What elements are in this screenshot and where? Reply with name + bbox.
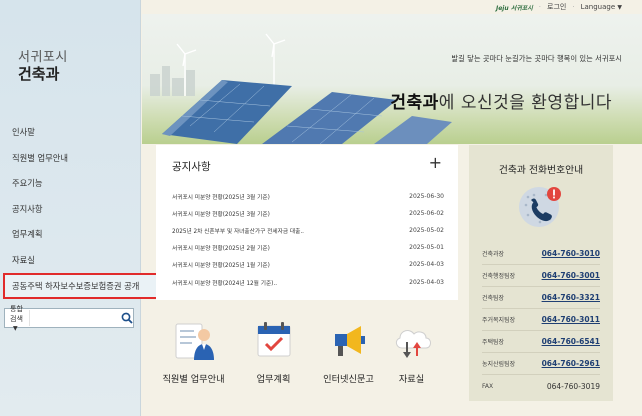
top-utility-bar: Jeju 서귀포시 · 로그인 · Language ▼ <box>496 0 622 14</box>
notice-list: 서귀포시 미분양 현황(2025년 3월 기준) 2025-06-30 서귀포시 … <box>172 188 444 291</box>
phone-number-link[interactable]: 064-760-3001 <box>542 271 600 280</box>
phone-number-link[interactable]: 064-760-6541 <box>542 337 600 346</box>
notice-item-title: 서귀포시 미분양 현황(2025년 2월 기준) <box>172 246 270 253</box>
department-title[interactable]: 건축과 <box>18 63 59 84</box>
notice-item-title: 2025년 2차 신혼부부 및 자녀출산가구 전세자금 대출.. <box>172 229 304 236</box>
notice-item-date: 2025-06-30 <box>409 193 444 201</box>
phone-directory-title: 건축과 전화번호안내 <box>498 165 584 176</box>
welcome-text: 에 오신것을 환영합니다 <box>438 93 612 113</box>
notice-title: 공지사항 <box>172 161 211 173</box>
notice-item-title: 서귀포시 미분양 현황(2025년 3월 기준) <box>172 212 270 219</box>
hero-banner: 발길 닿는 곳마다 눈길가는 곳마다 행복이 있는 서귀포시 건축과에 오신것을… <box>142 14 642 144</box>
sidebar-item-functions[interactable]: 주요기능 <box>0 171 141 197</box>
sidebar-item-warranty-bond[interactable]: 공동주택 하자보수보증보험증권 공개 <box>3 273 159 299</box>
phone-entry: 농지산림팀장 064-760-2961 <box>482 353 600 375</box>
search-box: 통합검색 ▼ <box>4 305 134 332</box>
fax-label: FAX <box>482 382 494 390</box>
language-select[interactable]: Language ▼ <box>581 3 622 11</box>
notice-item-title: 서귀포시 미분양 현황(2024년 12월 기준).. <box>172 280 278 287</box>
quick-link-archive[interactable]: 자료실 <box>374 318 449 385</box>
language-label: Language <box>580 3 616 11</box>
phone-entry: 건축행정팀장 064-760-3001 <box>482 265 600 287</box>
notice-panel: 공지사항 + 서귀포시 미분양 현황(2025년 3월 기준) 2025-06-3… <box>156 145 458 300</box>
quick-link-staff-duties[interactable]: 직원별 업무안내 <box>156 318 231 385</box>
quick-link-work-plan[interactable]: 업무계획 <box>236 318 311 385</box>
login-link[interactable]: 로그인 <box>547 2 566 12</box>
notice-item-title: 서귀포시 미분양 현황(2025년 1월 기준) <box>172 263 270 270</box>
phone-entry-label: 농지산림팀장 <box>482 361 516 368</box>
phone-number-link[interactable]: 064-760-3010 <box>542 249 600 258</box>
divider: · <box>572 3 575 11</box>
search-icon <box>121 312 133 324</box>
search-button[interactable] <box>121 309 133 327</box>
phone-entry: 건축과장 064-760-3010 <box>482 243 600 265</box>
phone-entry: 주택팀장 064-760-6541 <box>482 331 600 353</box>
phone-icon <box>516 183 566 229</box>
chevron-down-icon: ▼ <box>13 325 18 332</box>
phone-entry-label: 건축과장 <box>482 251 505 258</box>
notice-more-button[interactable]: + <box>429 155 442 171</box>
phone-list: 건축과장 064-760-3010 건축행정팀장 064-760-3001 건축팀장… <box>482 243 600 397</box>
phone-entry: 건축팀장 064-760-3321 <box>482 287 600 309</box>
notice-item-title: 서귀포시 미분양 현황(2025년 3월 기준) <box>172 195 270 202</box>
notice-item[interactable]: 서귀포시 미분양 현황(2025년 2월 기준) 2025-05-01 <box>172 239 444 256</box>
cloud-download-icon <box>390 318 434 362</box>
calendar-icon <box>252 318 296 362</box>
phone-number-link[interactable]: 064-760-3321 <box>542 293 600 302</box>
quick-link-label: 업무계획 <box>256 374 291 385</box>
hero-slogan: 발길 닿는 곳마다 눈길가는 곳마다 행복이 있는 서귀포시 <box>451 54 622 63</box>
notice-item[interactable]: 서귀포시 미분양 현황(2025년 1월 기준) 2025-04-03 <box>172 256 444 273</box>
sidebar: 서귀포시 건축과 인사말 직원별 업무안내 주요기능 공지사항 업무계획 자료실… <box>0 0 159 416</box>
phone-entry-label: 주택팀장 <box>482 339 505 346</box>
phone-entry: 주거복지팀장 064-760-3011 <box>482 309 600 331</box>
city-logo[interactable]: Jeju 서귀포시 <box>496 3 533 12</box>
staff-icon <box>172 318 216 362</box>
chevron-down-icon: ▼ <box>617 4 622 11</box>
notice-item-date: 2025-05-01 <box>409 244 444 252</box>
phone-entry-label: 건축행정팀장 <box>482 273 516 280</box>
sidebar-menu: 인사말 직원별 업무안내 주요기능 공지사항 업무계획 자료실 공동주택 하자보… <box>0 120 159 299</box>
search-scope-select[interactable]: 통합검색 ▼ <box>5 304 29 332</box>
hero-welcome: 건축과에 오신것을 환영합니다 <box>390 88 612 113</box>
sidebar-item-work-plan[interactable]: 업무계획 <box>0 222 141 248</box>
notice-item[interactable]: 서귀포시 미분양 현황(2024년 12월 기준).. 2025-04-03 <box>172 273 444 290</box>
phone-entry-label: 주거복지팀장 <box>482 317 516 324</box>
notice-item-date: 2025-04-03 <box>409 261 444 269</box>
notice-item-date: 2025-05-02 <box>409 227 444 235</box>
quick-links: 직원별 업무안내 업무계획 인터넷신문고 자료실 <box>156 318 458 398</box>
fax-entry: FAX 064-760-3019 <box>482 375 600 397</box>
sidebar-item-staff-duties[interactable]: 직원별 업무안내 <box>0 146 141 172</box>
sidebar-item-greeting[interactable]: 인사말 <box>0 120 141 146</box>
solar-panel-illustration <box>150 33 452 144</box>
sidebar-item-notices[interactable]: 공지사항 <box>0 197 141 223</box>
phone-directory-panel: 건축과 전화번호안내 건축과장 064-760-3010 건축행정팀장 064-76… <box>469 145 613 401</box>
megaphone-icon <box>327 318 371 362</box>
quick-link-label: 직원별 업무안내 <box>162 374 225 385</box>
fax-number: 064-760-3019 <box>546 381 600 391</box>
notice-item[interactable]: 2025년 2차 신혼부부 및 자녀출산가구 전세자금 대출.. 2025-05-… <box>172 222 444 239</box>
phone-entry-label: 건축팀장 <box>482 295 505 302</box>
notice-item[interactable]: 서귀포시 미분양 현황(2025년 3월 기준) 2025-06-30 <box>172 188 444 205</box>
notice-item-date: 2025-04-03 <box>409 278 444 286</box>
notice-item-date: 2025-06-02 <box>409 210 444 218</box>
phone-number-link[interactable]: 064-760-2961 <box>542 359 600 368</box>
search-input[interactable] <box>29 310 121 326</box>
quick-link-label: 자료실 <box>398 374 425 385</box>
notice-item[interactable]: 서귀포시 미분양 현황(2025년 3월 기준) 2025-06-02 <box>172 205 444 222</box>
phone-number-link[interactable]: 064-760-3011 <box>542 315 600 324</box>
welcome-dept: 건축과 <box>390 93 439 113</box>
search-scope-label: 통합검색 <box>10 305 23 323</box>
sidebar-item-archive[interactable]: 자료실 <box>0 248 141 274</box>
divider: · <box>538 3 542 11</box>
